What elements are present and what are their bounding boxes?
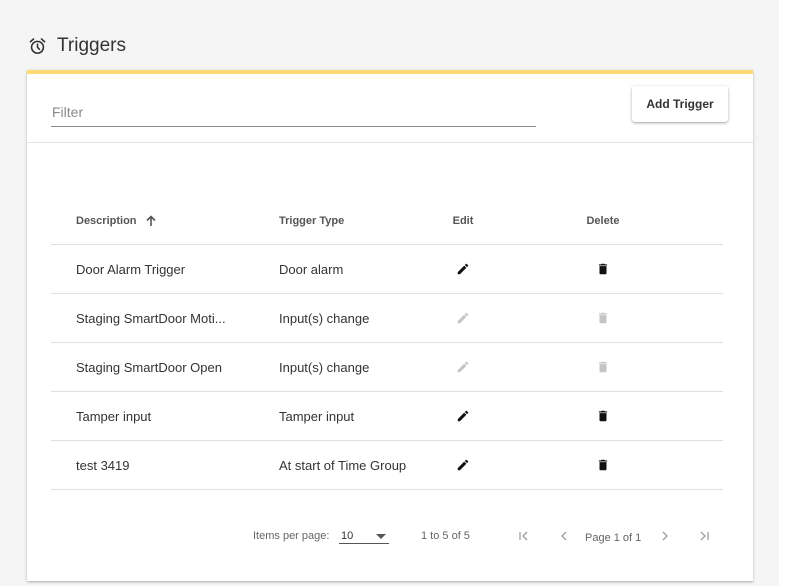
cell-delete — [513, 260, 693, 278]
card-toolbar: Add Trigger — [27, 74, 753, 143]
items-per-page-select[interactable]: 10 — [339, 526, 389, 544]
column-header-description-label: Description — [76, 214, 137, 227]
table-row[interactable]: Staging SmartDoor Open Input(s) change — [51, 343, 723, 392]
cell-trigger-type: Door alarm — [279, 261, 344, 277]
cell-delete — [513, 407, 693, 425]
cell-edit — [413, 260, 513, 278]
cell-edit — [413, 407, 513, 425]
edit-icon[interactable] — [454, 407, 472, 425]
delete-icon — [594, 358, 612, 376]
delete-icon — [594, 309, 612, 327]
edit-icon[interactable] — [454, 456, 472, 474]
cell-trigger-type: At start of Time Group — [279, 457, 407, 473]
table-header-row: Description Trigger Type Edit Delete — [51, 197, 723, 245]
arrow-up-icon[interactable] — [145, 214, 157, 227]
add-trigger-button[interactable]: Add Trigger — [632, 86, 728, 122]
cell-delete — [513, 358, 693, 376]
column-header-description[interactable]: Description — [51, 215, 255, 227]
edit-icon — [454, 358, 472, 376]
cell-delete — [513, 456, 693, 474]
table-row[interactable]: Tamper input Tamper input — [51, 392, 723, 441]
cell-description: Staging SmartDoor Moti... — [76, 310, 226, 326]
cell-delete — [513, 309, 693, 327]
paginator: Items per page: 10 1 to 5 of 5 Page 1 of… — [27, 522, 753, 552]
next-page-icon[interactable] — [657, 528, 673, 544]
cell-trigger-type: Input(s) change — [279, 359, 370, 375]
cell-edit — [413, 309, 513, 327]
table-row[interactable]: Staging SmartDoor Moti... Input(s) change — [51, 294, 723, 343]
cell-edit — [413, 358, 513, 376]
range-label: 1 to 5 of 5 — [421, 530, 470, 542]
delete-icon[interactable] — [594, 407, 612, 425]
delete-icon[interactable] — [594, 260, 612, 278]
items-per-page-label: Items per page: — [253, 530, 330, 542]
items-per-page-value: 10 — [341, 530, 354, 542]
cell-description: test 3419 — [76, 457, 130, 473]
column-header-trigger-type[interactable]: Trigger Type — [255, 215, 413, 227]
triggers-card: Add Trigger Description Trigger Type Edi… — [27, 70, 753, 581]
dropdown-arrow-icon — [376, 534, 386, 539]
alarm-clock-icon — [28, 37, 47, 56]
edit-icon — [454, 309, 472, 327]
table-row[interactable]: Door Alarm Trigger Door alarm — [51, 245, 723, 294]
page-title: Triggers — [57, 35, 126, 56]
page-header: Triggers — [28, 30, 126, 62]
previous-page-icon[interactable] — [556, 528, 572, 544]
page-label: Page 1 of 1 — [585, 532, 642, 544]
column-header-delete: Delete — [586, 214, 620, 227]
cell-description: Staging SmartDoor Open — [76, 359, 222, 375]
cell-description: Tamper input — [76, 408, 152, 424]
first-page-icon[interactable] — [516, 528, 532, 544]
cell-description: Door Alarm Trigger — [76, 261, 186, 277]
last-page-icon[interactable] — [696, 528, 712, 544]
column-header-edit: Edit — [452, 214, 474, 227]
table-body: Door Alarm Trigger Door alarm Staging Smar… — [51, 245, 723, 490]
triggers-table: Description Trigger Type Edit Delete Doo… — [51, 197, 723, 490]
table-row[interactable]: test 3419 At start of Time Group — [51, 441, 723, 490]
cell-edit — [413, 456, 513, 474]
delete-icon[interactable] — [594, 456, 612, 474]
filter-input[interactable] — [51, 102, 536, 127]
cell-trigger-type: Input(s) change — [279, 310, 370, 326]
cell-trigger-type: Tamper input — [279, 408, 355, 424]
edit-icon[interactable] — [454, 260, 472, 278]
